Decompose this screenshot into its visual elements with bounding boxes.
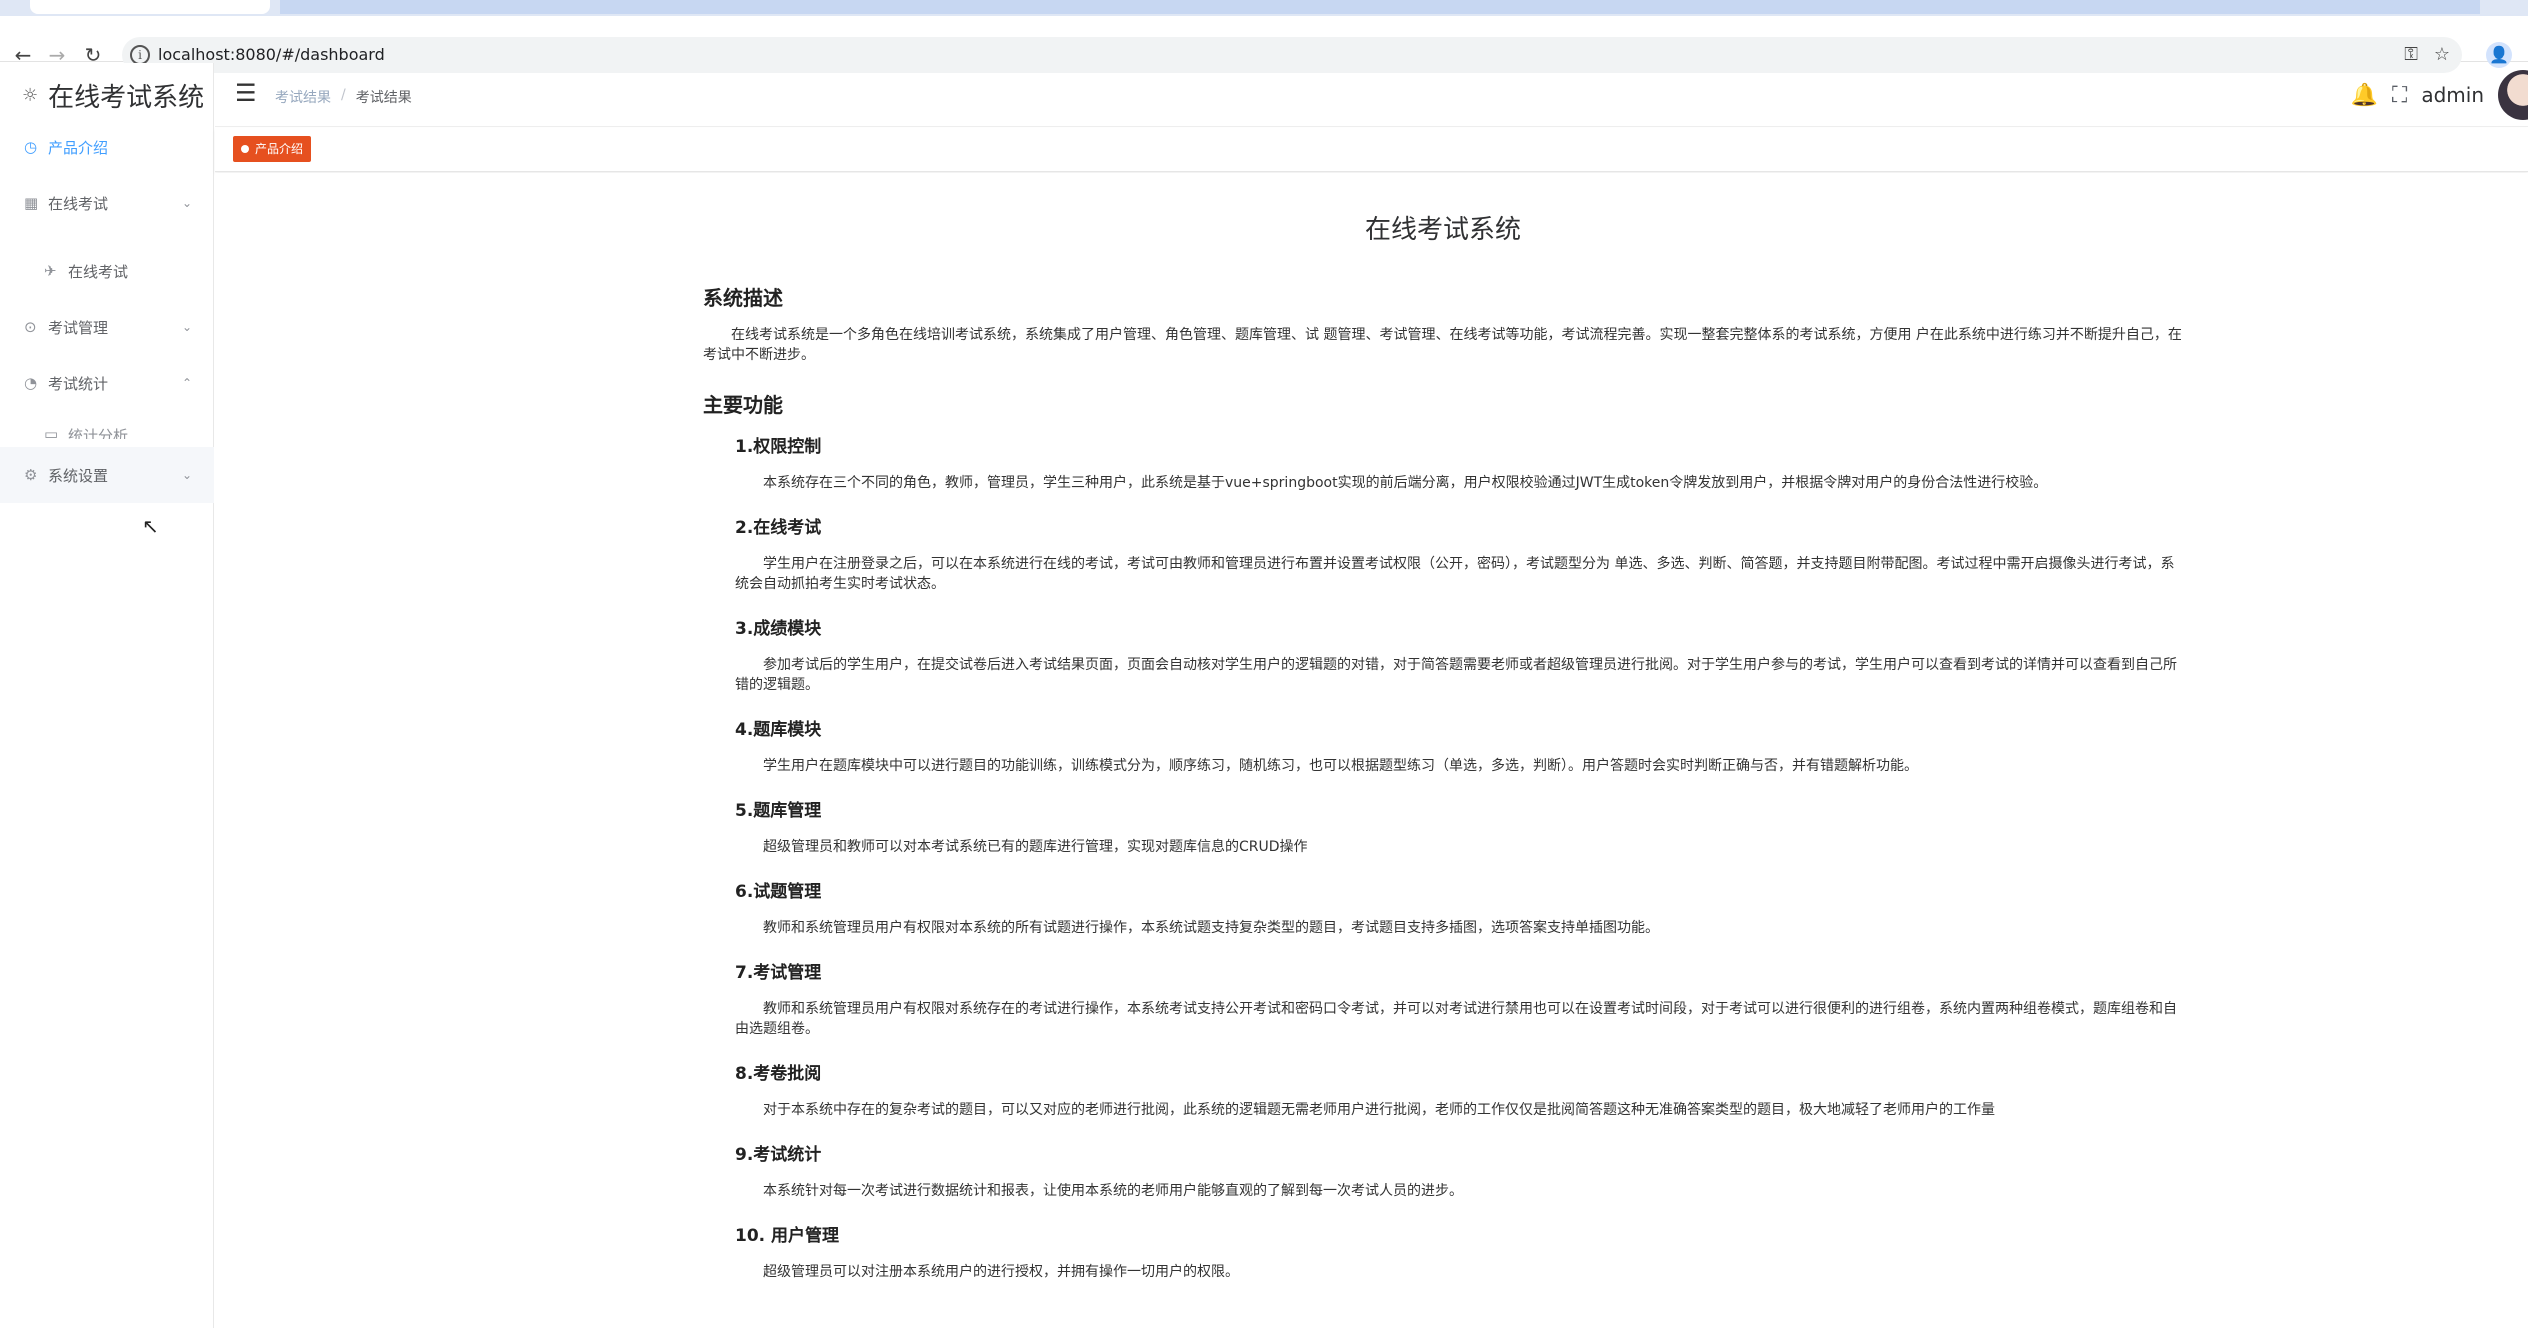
feature-title: 8.考卷批阅 <box>735 1064 822 1084</box>
system-description: 在线考试系统是一个多角色在线培训考试系统，系统集成了用户管理、角色管理、题库管理… <box>703 327 2182 363</box>
feature-title: 10. 用户管理 <box>735 1226 840 1246</box>
chevron-down-icon: ⌄ <box>181 468 192 482</box>
chart-icon: ▭ <box>44 425 59 439</box>
browser-tab-active[interactable] <box>30 0 270 14</box>
feature-title: 2.在线考试 <box>735 518 822 538</box>
tags-view: 产品介绍 <box>215 128 2528 172</box>
key-icon[interactable]: ⚿ <box>2404 44 2418 65</box>
feature-desc: 对于本系统中存在的复杂考试的题目，可以又对应的老师进行批阅，此系统的逻辑题无需老… <box>763 1102 1995 1118</box>
feature-desc: 学生用户在题库模块中可以进行题目的功能训练，训练模式分为，顺序练习，随机练习，也… <box>763 758 1918 774</box>
feature-desc: 超级管理员可以对注册本系统用户的进行授权，并拥有操作一切用户的权限。 <box>763 1264 1239 1280</box>
bell-icon[interactable]: 🔔 <box>2351 83 2378 108</box>
sidebar-item-label: 统计分析 <box>68 427 129 439</box>
breadcrumb-item[interactable]: 考试结果 <box>275 87 331 107</box>
breadcrumb-current: 考试结果 <box>355 90 412 106</box>
star-icon[interactable]: ☆ <box>2434 44 2450 65</box>
feature-title: 1.权限控制 <box>735 437 822 457</box>
feature-desc: 本系统存在三个不同的角色，教师，管理员，学生三种用户，此系统是基于vue+spr… <box>763 475 2048 491</box>
feature-title: 6.试题管理 <box>735 882 822 902</box>
feature-desc: 教师和系统管理员用户有权限对本系统的所有试题进行操作，本系统试题支持复杂类型的题… <box>763 920 1659 936</box>
page-title: 在线考试系统 <box>1364 215 1521 245</box>
feature-desc: 本系统针对每一次考试进行数据统计和报表，让使用本系统的老师用户能够直观的了解到每… <box>763 1183 1463 1199</box>
browser-toolbar: ← → ↻ i localhost:8080/#/dashboard ⚿ ☆ 👤 <box>0 16 2528 73</box>
main-content: 在线考试系统 系统描述 在线考试系统是一个多角色在线培训考试系统，系统集成了用户… <box>215 173 2528 1328</box>
feature-title: 9.考试统计 <box>735 1145 822 1165</box>
username[interactable]: admin <box>2421 83 2484 107</box>
feature-desc: 学生用户在注册登录之后，可以在本系统进行在线的考试，考试可由教师和管理员进行布置… <box>735 556 2175 592</box>
dashboard-icon: ◷ <box>24 138 38 156</box>
grid-icon: ▦ <box>24 194 39 212</box>
sidebar-item-product-intro[interactable]: ◷ 产品介绍 <box>0 119 214 175</box>
breadcrumb: 考试结果 / 考试结果 <box>275 87 412 107</box>
avatar[interactable] <box>2498 70 2528 120</box>
intro-document: 在线考试系统 系统描述 在线考试系统是一个多角色在线培训考试系统，系统集成了用户… <box>703 209 2183 1302</box>
sidebar-item-label: 在线考试 <box>68 262 129 281</box>
sidebar-item-label: 考试管理 <box>48 318 109 337</box>
sidebar-item-system-settings[interactable]: ⚙ 系统设置 ⌄ <box>0 447 214 503</box>
sidebar-item-exam-statistics[interactable]: ◔ 考试统计 ⌃ <box>0 355 214 411</box>
send-icon: ✈ <box>44 262 57 280</box>
feature-title: 4.题库模块 <box>735 720 822 740</box>
sidebar-item-label: 产品介绍 <box>48 138 109 157</box>
sidebar-item-exam-management[interactable]: ⊙ 考试管理 ⌄ <box>0 299 214 355</box>
chevron-up-icon: ⌃ <box>181 376 192 390</box>
active-dot-icon <box>241 145 249 153</box>
feature-desc: 参加考试后的学生用户，在提交试卷后进入考试结果页面，页面会自动核对学生用户的逻辑… <box>735 657 2177 693</box>
sidebar-subitem-statistics-partial[interactable]: ▭ 统计分析 <box>0 419 214 439</box>
sidebar-item-online-exam[interactable]: ▦ 在线考试 ⌄ <box>0 175 214 231</box>
sidebar-item-label: 系统设置 <box>48 466 109 485</box>
section-heading: 主要功能 <box>703 393 783 417</box>
feature-desc: 超级管理员和教师可以对本考试系统已有的题库进行管理，实现对题库信息的CRUD操作 <box>763 839 1308 855</box>
browser-tab-strip-bg <box>280 0 2480 14</box>
breadcrumb-separator: / <box>341 87 346 103</box>
section-heading: 系统描述 <box>703 286 783 310</box>
sidebar: ☼ 在线考试系统 ◷ 产品介绍 ▦ 在线考试 ⌄ ✈ 在线考试 ⊙ 考试管理 ⌄… <box>0 63 214 1328</box>
feature-title: 3.成绩模块 <box>735 619 822 639</box>
chevron-down-icon: ⌄ <box>181 196 192 210</box>
logo-icon: ☼ <box>22 84 39 106</box>
feature-title: 5.题库管理 <box>735 801 822 821</box>
right-menu: 🔔 ⛶ admin <box>2351 63 2528 127</box>
top-navbar: ☰ 考试结果 / 考试结果 🔔 ⛶ admin <box>215 63 2528 127</box>
site-info-icon[interactable]: i <box>130 45 150 65</box>
sidebar-item-label: 在线考试 <box>48 194 109 213</box>
tag-product-intro[interactable]: 产品介绍 <box>233 136 312 162</box>
gear-icon: ⚙ <box>24 466 38 484</box>
target-icon: ⊙ <box>24 318 37 336</box>
url-text[interactable]: localhost:8080/#/dashboard <box>158 45 385 64</box>
chevron-down-icon: ⌄ <box>181 320 192 334</box>
feature-desc: 教师和系统管理员用户有权限对系统存在的考试进行操作，本系统考试支持公开考试和密码… <box>735 1001 2177 1037</box>
browser-tab-strip <box>0 0 2528 16</box>
pie-chart-icon: ◔ <box>24 374 38 392</box>
logo-text: 在线考试系统 <box>48 82 205 113</box>
fullscreen-icon[interactable]: ⛶ <box>2392 83 2407 108</box>
logo[interactable]: ☼ 在线考试系统 <box>22 77 204 113</box>
sidebar-item-label: 考试统计 <box>48 374 109 393</box>
feature-title: 7.考试管理 <box>735 963 822 983</box>
hamburger-icon[interactable]: ☰ <box>235 81 261 107</box>
tag-label: 产品介绍 <box>255 142 304 156</box>
mouse-cursor-icon: ↖ <box>142 514 159 538</box>
sidebar-subitem-online-exam[interactable]: ✈ 在线考试 <box>0 243 214 299</box>
